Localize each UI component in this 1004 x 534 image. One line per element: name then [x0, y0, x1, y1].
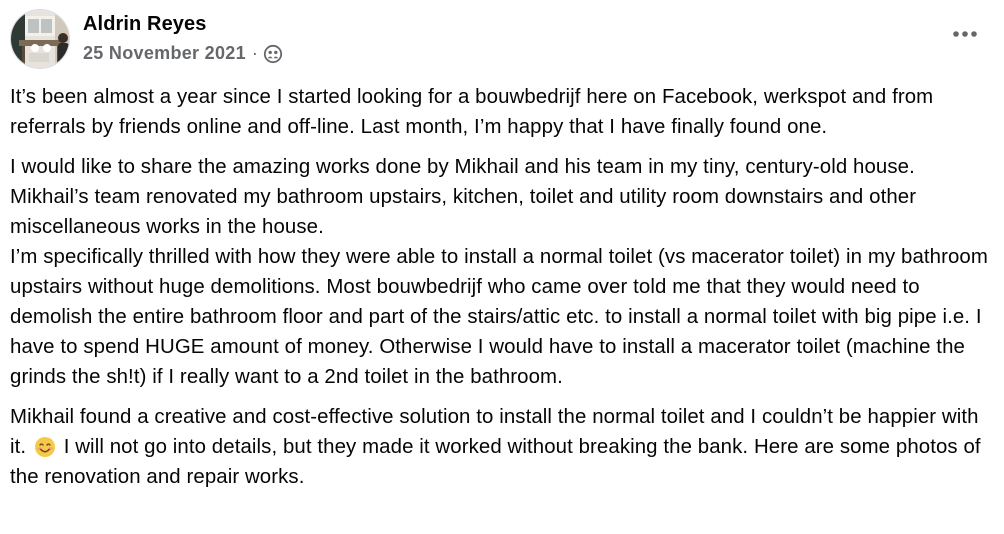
facebook-post: Aldrin Reyes 25 November 2021 · It’s bee… [0, 0, 1004, 534]
more-horizontal-icon[interactable] [948, 22, 982, 46]
author-name[interactable]: Aldrin Reyes [83, 13, 206, 36]
post-paragraph: Mikhail found a creative and cost-effect… [10, 402, 1000, 492]
profile-photo [11, 10, 69, 68]
post-text: I will not go into details, but they mad… [63, 436, 749, 458]
post-paragraph: I would like to share the amazing works … [10, 156, 988, 388]
post-header: Aldrin Reyes 25 November 2021 · [10, 8, 994, 70]
post-paragraph: It’s been almost a year since I started … [10, 86, 934, 138]
friends-icon[interactable] [263, 44, 283, 64]
post-date[interactable]: 25 November 2021 [83, 43, 246, 64]
post-body: It’s been almost a year since I started … [10, 82, 1000, 502]
meta-separator: · [251, 43, 258, 63]
avatar[interactable] [10, 9, 70, 69]
smiling-face-emoji [34, 436, 56, 458]
post-meta: 25 November 2021 · [83, 43, 283, 64]
